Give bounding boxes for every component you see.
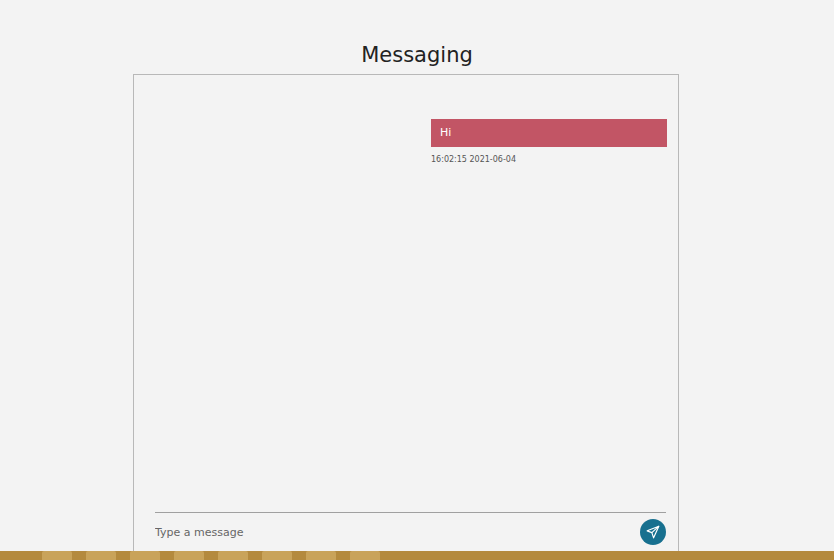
messaging-page: Messaging Hi 16:02:15 2021-06-04 — [0, 0, 834, 560]
message-bubble: Hi — [431, 119, 667, 147]
send-button[interactable] — [640, 519, 666, 545]
background-photo: Messaging Hi 16:02:15 2021-06-04 — [0, 0, 834, 551]
taskbar-app-icon[interactable] — [306, 551, 336, 560]
composer — [155, 512, 666, 551]
taskbar-app-icon[interactable] — [350, 551, 380, 560]
paper-plane-icon — [646, 525, 660, 539]
taskbar — [0, 551, 834, 560]
message-list: Hi 16:02:15 2021-06-04 — [134, 75, 678, 512]
chat-panel: Hi 16:02:15 2021-06-04 — [133, 74, 679, 551]
taskbar-app-icon[interactable] — [42, 551, 72, 560]
taskbar-app-icon[interactable] — [174, 551, 204, 560]
taskbar-app-icon[interactable] — [218, 551, 248, 560]
taskbar-app-icon[interactable] — [86, 551, 116, 560]
taskbar-app-icon[interactable] — [130, 551, 160, 560]
page-title: Messaging — [361, 0, 473, 74]
message: Hi 16:02:15 2021-06-04 — [431, 119, 667, 164]
message-time: 16:02:15 2021-06-04 — [431, 155, 667, 164]
taskbar-app-icon[interactable] — [262, 551, 292, 560]
message-input[interactable] — [155, 522, 632, 543]
